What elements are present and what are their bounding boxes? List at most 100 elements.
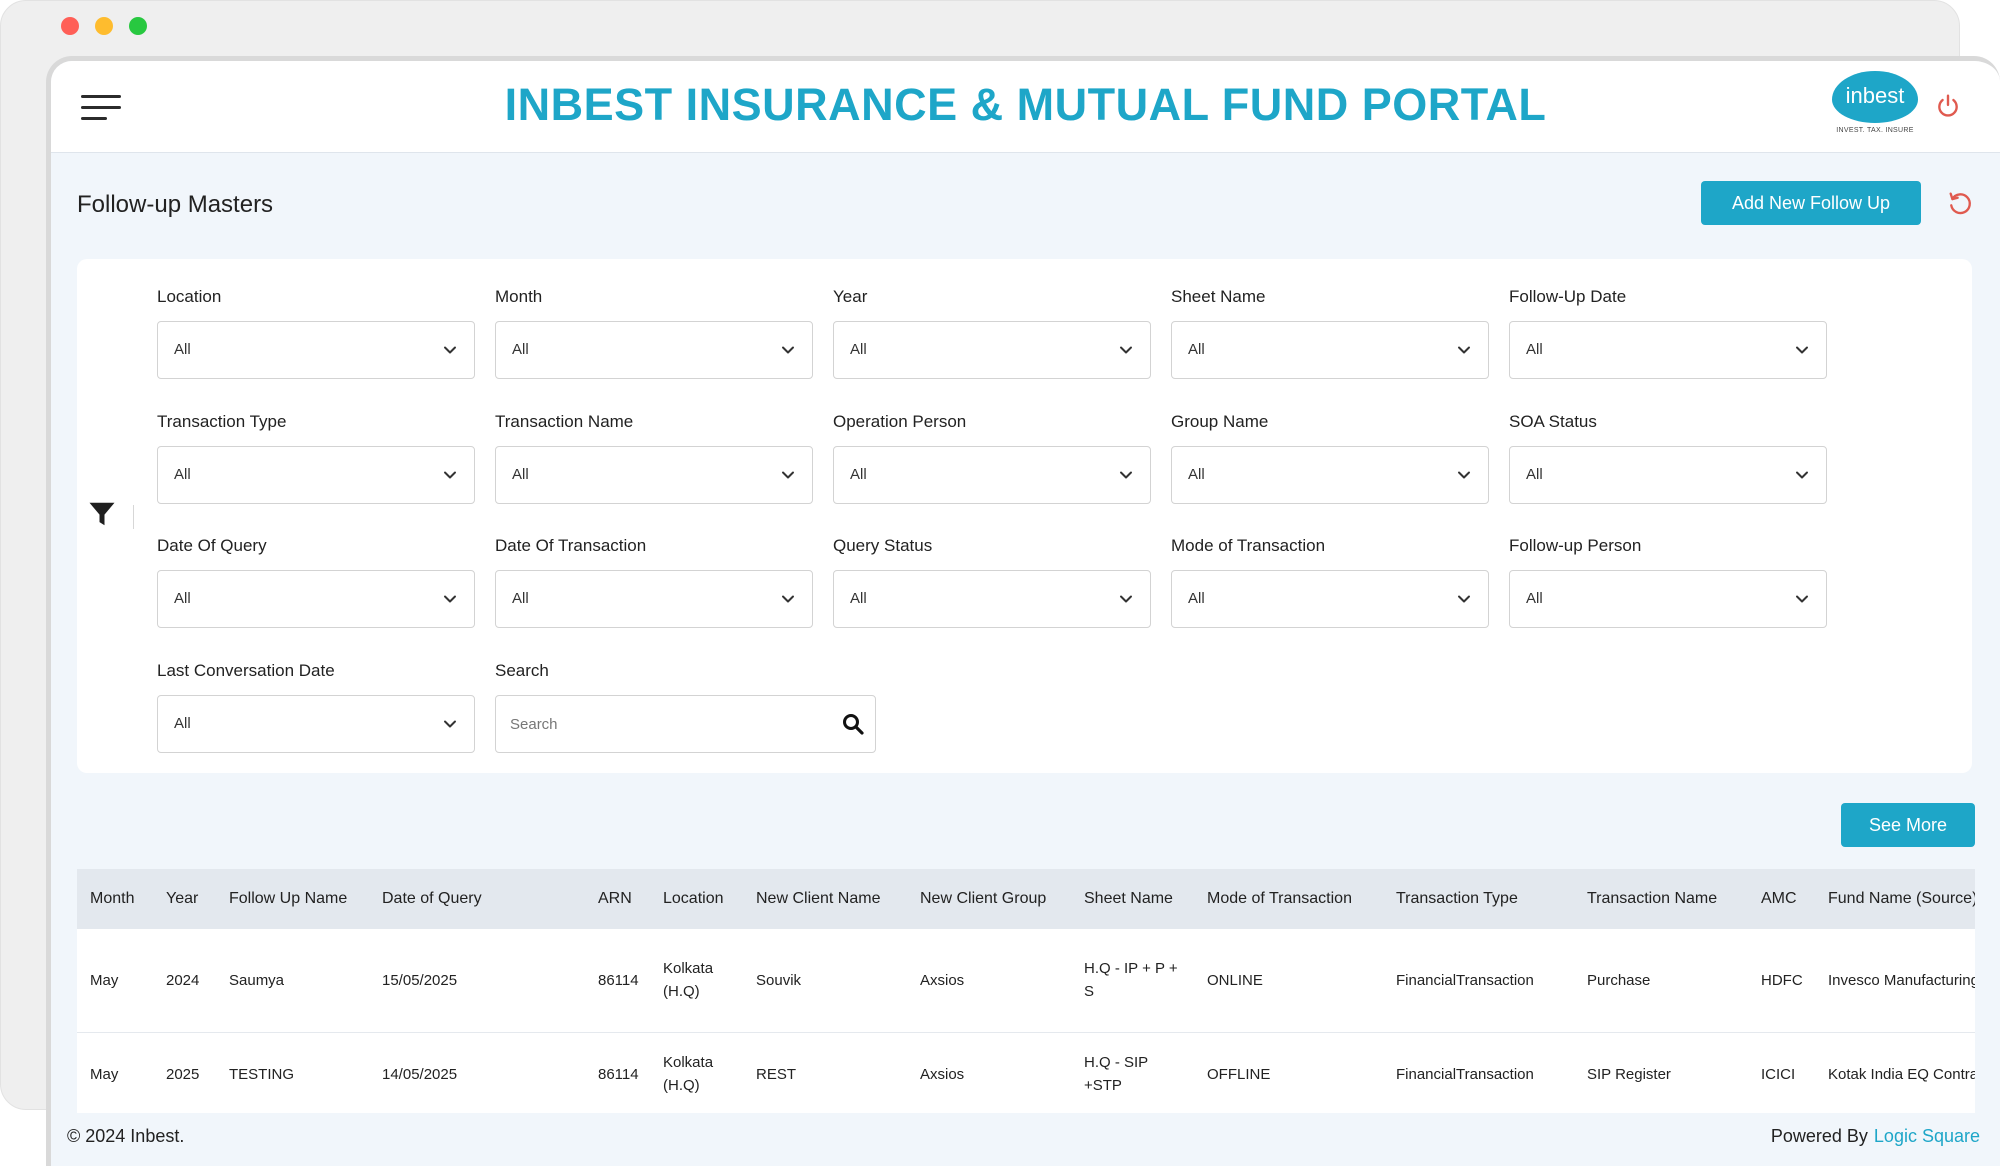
column-header-transaction-type[interactable]: Transaction Type <box>1383 869 1574 929</box>
column-header-fund-name[interactable]: Fund Name (Source) <box>1815 869 1975 929</box>
top-header: INBEST INSURANCE & MUTUAL FUND PORTAL in… <box>51 61 2000 153</box>
column-header-transaction-name[interactable]: Transaction Name <box>1574 869 1748 929</box>
transaction-name-value: All <box>512 466 529 483</box>
cell-follow-up-name: Saumya <box>229 971 285 989</box>
soa-status-select[interactable]: All <box>1509 446 1827 504</box>
cell-amc: ICICI <box>1761 1065 1796 1083</box>
last-conversation-date-select[interactable]: All <box>157 695 475 753</box>
transaction-type-select[interactable]: All <box>157 446 475 504</box>
transaction-name-label: Transaction Name <box>495 412 634 431</box>
operation-person-filter: Operation Person All <box>833 410 1151 504</box>
column-header-date-of-query[interactable]: Date of Query <box>369 869 585 929</box>
cell-year: 2024 <box>166 971 200 989</box>
cell-arn: 86114 <box>598 971 639 989</box>
chevron-down-icon <box>1458 595 1470 603</box>
maximize-window-dot[interactable] <box>129 17 147 35</box>
month-select[interactable]: All <box>495 321 813 379</box>
chevron-down-icon <box>782 471 794 479</box>
date-of-transaction-select[interactable]: All <box>495 570 813 628</box>
transaction-type-filter: Transaction Type All <box>157 410 475 504</box>
search-icon[interactable] <box>841 712 865 736</box>
follow-up-date-label: Follow-Up Date <box>1509 287 1627 306</box>
column-header-amc[interactable]: AMC <box>1748 869 1815 929</box>
location-value: All <box>174 341 191 358</box>
follow-up-table: Month Year Follow Up Name Date of Query … <box>77 869 1975 1113</box>
group-name-value: All <box>1188 466 1205 483</box>
last-conversation-date-value: All <box>174 715 191 732</box>
column-header-location[interactable]: Location <box>650 869 743 929</box>
sheet-name-value: All <box>1188 341 1205 358</box>
cell-sheet-name: H.Q - SIP +STP <box>1084 1054 1148 1094</box>
column-header-sheet-name[interactable]: Sheet Name <box>1071 869 1194 929</box>
search-box <box>495 695 876 753</box>
inbest-logo: inbest INVEST. TAX. INSURE <box>1830 71 1920 139</box>
column-header-follow-up-name[interactable]: Follow Up Name <box>216 869 369 929</box>
date-of-query-label: Date Of Query <box>157 536 267 555</box>
follow-up-date-select[interactable]: All <box>1509 321 1827 379</box>
cell-fund-name: Invesco Manufacturing Fund-G <box>1828 971 1975 989</box>
group-name-select[interactable]: All <box>1171 446 1489 504</box>
cell-sheet-name: H.Q - IP + P + S <box>1084 960 1178 1001</box>
footer-powered-by: Powered By Logic Square <box>1771 1126 1980 1147</box>
column-header-new-client-group[interactable]: New Client Group <box>907 869 1071 929</box>
year-select[interactable]: All <box>833 321 1151 379</box>
cell-mode-of-transaction: OFFLINE <box>1207 1065 1271 1083</box>
refresh-icon[interactable] <box>1946 189 1974 217</box>
logo-text: inbest <box>1832 71 1918 123</box>
cell-new-client-name: REST <box>756 1065 797 1083</box>
chevron-down-icon <box>444 346 456 354</box>
filter-panel: Location All Month All Year All Sheet Na… <box>77 259 1972 773</box>
see-more-button[interactable]: See More <box>1841 803 1975 847</box>
portal-title: INBEST INSURANCE & MUTUAL FUND PORTAL <box>504 79 1547 130</box>
operation-person-select[interactable]: All <box>833 446 1151 504</box>
mode-of-transaction-value: All <box>1188 590 1205 607</box>
transaction-name-select[interactable]: All <box>495 446 813 504</box>
minimize-window-dot[interactable] <box>95 17 113 35</box>
cell-arn: 86114 <box>598 1065 639 1083</box>
follow-up-person-select[interactable]: All <box>1509 570 1827 628</box>
mode-of-transaction-label: Mode of Transaction <box>1171 536 1326 555</box>
add-new-follow-up-button[interactable]: Add New Follow Up <box>1701 181 1921 225</box>
table-row[interactable]: May 2025 TESTING 14/05/2025 86114 Kolkat… <box>77 1032 1975 1113</box>
month-filter: Month All <box>495 285 813 379</box>
chevron-down-icon <box>1120 346 1132 354</box>
cell-new-client-group: Axsios <box>920 971 965 989</box>
year-filter: Year All <box>833 285 1151 379</box>
cell-transaction-type: FinancialTransaction <box>1396 1065 1534 1083</box>
close-window-dot[interactable] <box>61 17 79 35</box>
column-header-mode-of-transaction[interactable]: Mode of Transaction <box>1194 869 1383 929</box>
sheet-name-label: Sheet Name <box>1171 287 1266 306</box>
follow-up-person-value: All <box>1526 590 1543 607</box>
transaction-name-filter: Transaction Name All <box>495 410 813 504</box>
chevron-down-icon <box>1796 595 1808 603</box>
cell-month: May <box>90 1065 119 1083</box>
chevron-down-icon <box>782 595 794 603</box>
operation-person-label: Operation Person <box>833 412 967 431</box>
group-name-label: Group Name <box>1171 412 1269 431</box>
date-of-query-select[interactable]: All <box>157 570 475 628</box>
location-select[interactable]: All <box>157 321 475 379</box>
cell-month: May <box>90 971 119 989</box>
location-filter: Location All <box>157 285 475 379</box>
cell-new-client-group: Axsios <box>920 1065 965 1083</box>
filter-icon[interactable] <box>87 499 117 529</box>
power-icon[interactable] <box>1935 93 1961 119</box>
column-header-year[interactable]: Year <box>153 869 216 929</box>
mode-of-transaction-select[interactable]: All <box>1171 570 1489 628</box>
powered-by-brand-link[interactable]: Logic Square <box>1874 1126 1980 1146</box>
table-row[interactable]: May 2024 Saumya 15/05/2025 86114 Kolkata… <box>77 929 1975 1032</box>
query-status-select[interactable]: All <box>833 570 1151 628</box>
logo-tagline: INVEST. TAX. INSURE <box>1836 127 1914 134</box>
column-header-new-client-name[interactable]: New Client Name <box>743 869 907 929</box>
cell-location: Kolkata (H.Q) <box>663 1054 714 1094</box>
search-input[interactable] <box>510 696 830 752</box>
page-title: Follow-up Masters <box>77 191 274 218</box>
cell-transaction-name: Purchase <box>1587 971 1651 989</box>
date-of-query-value: All <box>174 590 191 607</box>
column-header-arn[interactable]: ARN <box>585 869 650 929</box>
sheet-name-select[interactable]: All <box>1171 321 1489 379</box>
chevron-down-icon <box>1458 346 1470 354</box>
year-label: Year <box>833 287 868 306</box>
column-header-month[interactable]: Month <box>77 869 153 929</box>
chevron-down-icon <box>1120 595 1132 603</box>
